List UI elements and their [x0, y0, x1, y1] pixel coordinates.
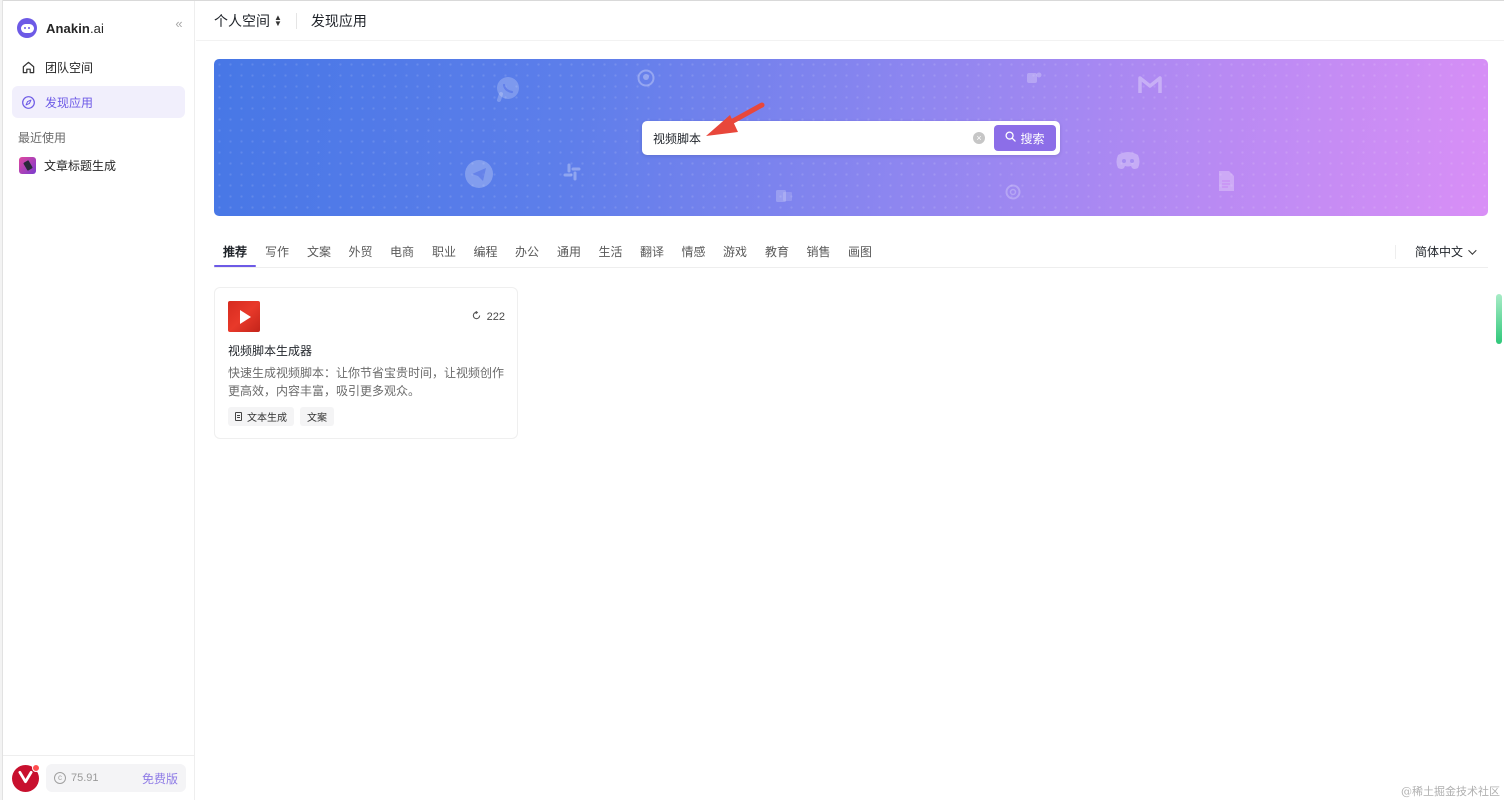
tab-ecommerce[interactable]: 电商 — [381, 236, 423, 268]
topbar: 个人空间 ▲ ▼ 发现应用 — [196, 1, 1504, 41]
tab-office[interactable]: 办公 — [506, 236, 548, 268]
tag-text-generation: 文本生成 — [228, 407, 294, 426]
language-value: 简体中文 — [1414, 245, 1463, 259]
usage-count-value: 222 — [486, 311, 505, 323]
workspace-switcher[interactable]: 个人空间 ▲ ▼ — [214, 11, 282, 31]
tab-foreign-trade[interactable]: 外贸 — [340, 236, 381, 268]
tab-education[interactable]: 教育 — [756, 236, 798, 268]
tag-label: 文案 — [307, 413, 327, 424]
vivaldi-logo-icon — [18, 770, 33, 787]
header-divider — [295, 12, 297, 29]
tab-general[interactable]: 通用 — [548, 236, 590, 268]
sidebar-item-label: 团队空间 — [45, 60, 94, 75]
sidebar-item-team-space[interactable]: 团队空间 — [12, 51, 185, 83]
tab-games[interactable]: 游戏 — [714, 236, 756, 268]
google-docs-icon — [1217, 170, 1235, 192]
tab-drawing[interactable]: 画图 — [839, 236, 881, 268]
active-tab-indicator — [214, 265, 256, 267]
outlook-icon — [775, 187, 793, 205]
tab-copywriting[interactable]: 文案 — [298, 236, 340, 268]
sidebar: Anakin.ai « 团队空间 发现应用 最近使用 文章标题生成 c 75.9… — [3, 1, 195, 800]
discord-icon — [1114, 149, 1142, 171]
app-card[interactable]: 222 视频脚本生成器 快速生成视频脚本：让你节省宝贵时间，让视频创作更高效，内… — [214, 287, 518, 439]
refresh-icon — [472, 310, 481, 323]
tab-career[interactable]: 职业 — [423, 236, 465, 268]
credit-coin-icon: c — [54, 772, 66, 784]
document-icon — [235, 412, 242, 421]
search-button[interactable]: 搜索 — [994, 125, 1056, 151]
annotation-arrow-icon — [706, 102, 765, 136]
workspace-name: 个人空间 — [214, 12, 270, 29]
whatsapp-icon — [494, 75, 522, 103]
search-icon — [1005, 131, 1017, 145]
slack-icon — [562, 162, 582, 182]
app-thumbnail-icon — [19, 156, 36, 174]
app-card-title: 视频脚本生成器 — [228, 344, 313, 358]
recent-section-title: 最近使用 — [18, 131, 67, 145]
github-icon — [637, 69, 655, 87]
clear-search-icon[interactable]: × — [973, 132, 985, 144]
sidebar-item-label: 发现应用 — [45, 95, 94, 110]
tab-writing[interactable]: 写作 — [256, 236, 298, 268]
search-button-label: 搜索 — [1020, 131, 1045, 146]
tag-copywriting: 文案 — [300, 407, 334, 426]
home-icon — [20, 59, 36, 75]
gmail-icon — [1138, 75, 1162, 95]
recent-item-label: 文章标题生成 — [44, 158, 117, 173]
scrollbar-thumb[interactable] — [1496, 294, 1502, 344]
tag-label: 文本生成 — [247, 413, 287, 424]
recent-item[interactable]: 文章标题生成 — [12, 151, 185, 179]
anakin-logo-icon — [17, 18, 37, 38]
compass-icon — [20, 94, 36, 110]
teams-icon — [1025, 69, 1043, 87]
video-play-icon — [228, 301, 260, 332]
app-card-description: 快速生成视频脚本：让你节省宝贵时间，让视频创作更高效，内容丰富，吸引更多观众。 — [228, 366, 505, 398]
brand[interactable]: Anakin.ai — [17, 17, 104, 39]
tab-translation[interactable]: 翻译 — [631, 236, 673, 268]
chevron-down-icon — [1468, 246, 1477, 255]
tab-life[interactable]: 生活 — [590, 236, 631, 268]
language-divider — [1395, 245, 1396, 259]
avatar[interactable] — [12, 764, 40, 792]
tab-emotion[interactable]: 情感 — [673, 236, 714, 268]
credits-badge[interactable]: c 75.91 免费版 — [46, 764, 186, 792]
usage-count: 222 — [472, 310, 505, 323]
app-card-tags: 文本生成 文案 — [228, 407, 340, 426]
tab-recommended[interactable]: 推荐 — [214, 236, 256, 268]
page-title: 发现应用 — [310, 12, 367, 29]
sort-updown-icon: ▲ ▼ — [274, 12, 282, 28]
collapse-sidebar-icon[interactable]: « — [171, 16, 187, 32]
search-input[interactable] — [642, 121, 973, 155]
brand-name: Anakin.ai — [46, 20, 104, 36]
telegram-icon — [464, 159, 494, 189]
tab-programming[interactable]: 编程 — [465, 236, 506, 268]
notification-dot — [32, 764, 40, 772]
tab-sales[interactable]: 销售 — [798, 236, 839, 268]
openai-icon — [1004, 183, 1022, 201]
credits-value: 75.91 — [71, 772, 99, 784]
sidebar-item-discover-apps[interactable]: 发现应用 — [12, 86, 185, 118]
watermark: @稀土掘金技术社区 — [1401, 785, 1500, 798]
sidebar-footer: c 75.91 免费版 — [3, 755, 195, 800]
category-tabs: 推荐 写作 文案 外贸 电商 职业 编程 办公 通用 生活 翻译 情感 游戏 教… — [214, 236, 1488, 268]
plan-label[interactable]: 免费版 — [142, 770, 178, 787]
language-select[interactable]: 简体中文 — [1414, 236, 1477, 268]
